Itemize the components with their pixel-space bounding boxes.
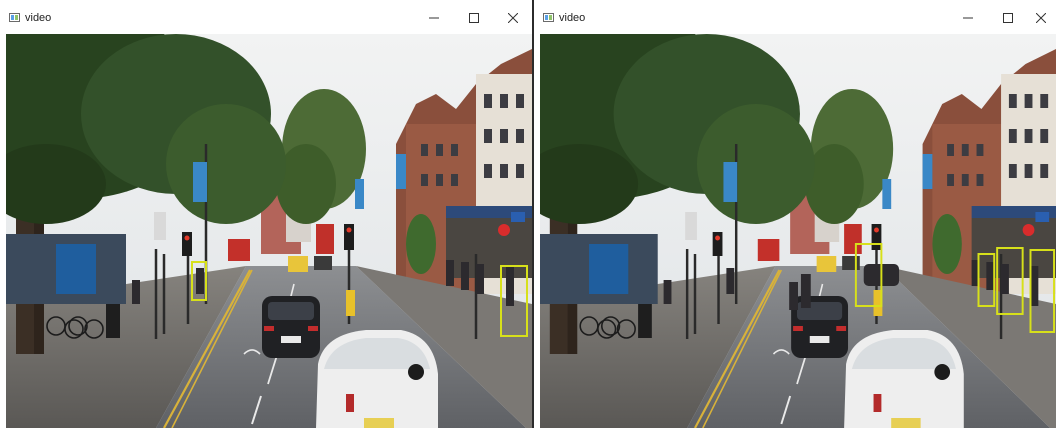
app-icon [9, 13, 20, 22]
maximize-icon [1003, 13, 1013, 23]
minimize-icon [429, 17, 439, 19]
maximize-button[interactable] [993, 7, 1023, 29]
maximize-icon [469, 13, 479, 23]
video-window-right[interactable]: video [534, 0, 1056, 428]
close-button[interactable] [1026, 7, 1056, 29]
window-title: video [25, 12, 52, 24]
close-button[interactable] [498, 7, 528, 29]
minimize-icon [963, 17, 973, 19]
video-frame [540, 34, 1056, 428]
video-window-left[interactable]: video [0, 0, 532, 428]
close-icon [508, 13, 518, 23]
maximize-button[interactable] [459, 7, 489, 29]
close-icon [1036, 13, 1046, 23]
minimize-button[interactable] [419, 7, 449, 29]
street-scene [540, 34, 1056, 428]
window-title: video [559, 12, 586, 24]
titlebar[interactable]: video [534, 0, 1056, 34]
street-scene [6, 34, 532, 428]
app-icon [543, 13, 554, 22]
titlebar[interactable]: video [0, 0, 532, 34]
minimize-button[interactable] [953, 7, 983, 29]
video-frame [6, 34, 532, 428]
